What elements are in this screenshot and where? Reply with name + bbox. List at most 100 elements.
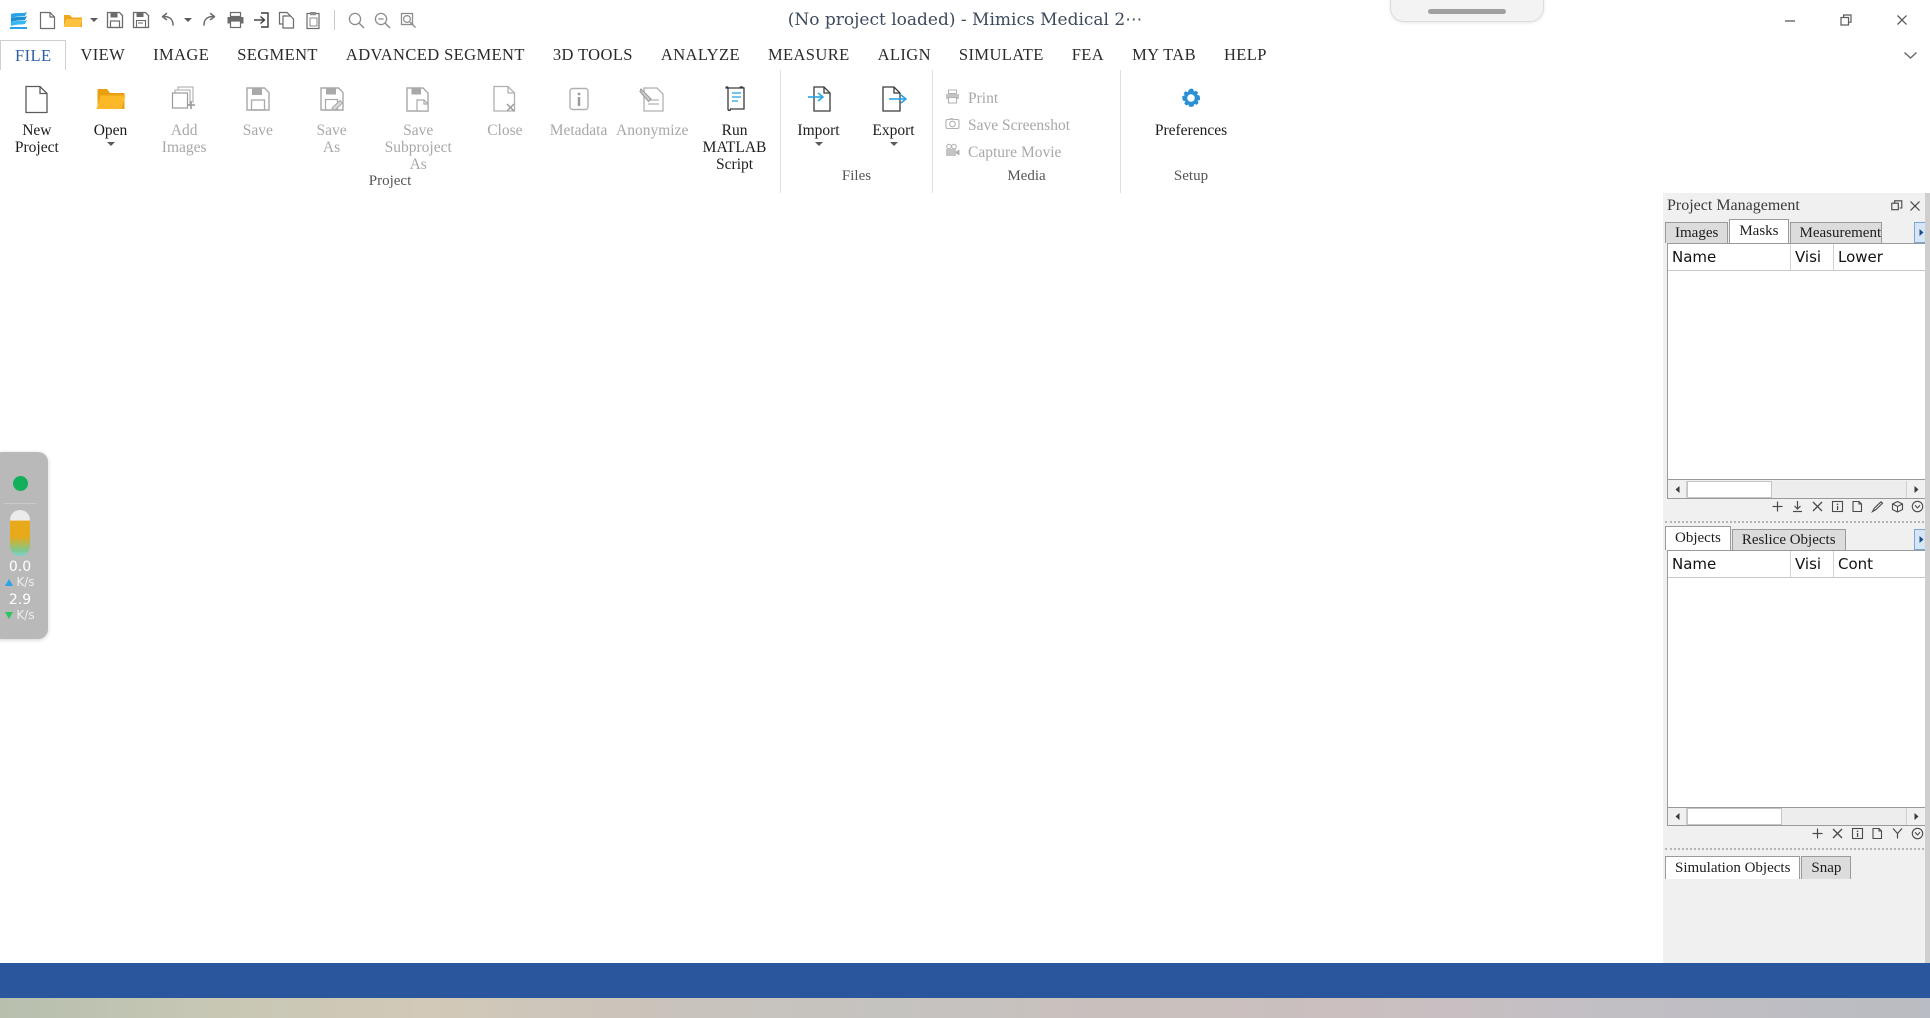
new-project-button[interactable]: New Project	[0, 77, 74, 156]
duplicate-icon[interactable]	[1871, 827, 1884, 845]
masks-grid-body[interactable]	[1668, 271, 1925, 480]
tab-analyze[interactable]: ANALYZE	[647, 40, 754, 70]
export-button[interactable]: Export	[856, 77, 931, 146]
new-document-icon[interactable]	[34, 5, 60, 35]
delete-icon[interactable]	[1831, 827, 1844, 845]
masks-col-visible[interactable]: Visi	[1791, 244, 1834, 270]
copy-icon[interactable]	[274, 5, 300, 35]
network-speed-widget[interactable]: 0.0 K/s 2.9 K/s	[0, 452, 48, 639]
tab-my-tab[interactable]: MY TAB	[1118, 40, 1210, 70]
objects-scroll-right-button[interactable]	[1906, 807, 1925, 825]
panel-splitter[interactable]	[1665, 521, 1928, 523]
tab-3d-tools[interactable]: 3D TOOLS	[539, 40, 647, 70]
save-icon[interactable]	[102, 5, 128, 35]
add-icon[interactable]	[1811, 827, 1824, 845]
objects-scroll-left-button[interactable]	[1668, 807, 1687, 825]
duplicate-icon[interactable]	[1851, 500, 1864, 518]
panel-tab-reslice-objects[interactable]: Reslice Objects	[1731, 529, 1846, 550]
close-button[interactable]	[1874, 0, 1930, 40]
objects-col-name[interactable]: Name	[1668, 551, 1791, 577]
export-dropdown-caret-icon[interactable]	[889, 142, 898, 146]
more-icon[interactable]	[1911, 500, 1924, 518]
objects-horizontal-scrollbar[interactable]	[1667, 807, 1926, 827]
import-dropdown-caret-icon[interactable]	[814, 142, 823, 146]
os-taskbar[interactable]	[0, 963, 1930, 998]
objects-scroll-track[interactable]	[1687, 807, 1906, 825]
save-subproject-as-button[interactable]: Save Subproject As	[368, 77, 468, 173]
import-icon[interactable]	[248, 5, 274, 35]
save-as-icon[interactable]	[128, 5, 154, 35]
undock-panel-button[interactable]	[1888, 197, 1906, 215]
preferences-button[interactable]: Preferences	[1121, 77, 1261, 139]
floating-drag-handle-overlay[interactable]	[1390, 0, 1544, 22]
close-panel-button[interactable]	[1906, 197, 1924, 215]
panel-tab-masks[interactable]: Masks	[1729, 219, 1789, 243]
panel-splitter-lower[interactable]	[1665, 848, 1928, 850]
info-icon[interactable]	[1851, 827, 1864, 845]
minimize-button[interactable]	[1762, 0, 1818, 40]
tab-advanced-segment[interactable]: ADVANCED SEGMENT	[332, 40, 539, 70]
capture-movie-menu-item[interactable]: Capture Movie	[945, 139, 1070, 166]
panel-tab-measurements[interactable]: Measurements	[1789, 222, 1882, 243]
zoom-out-icon[interactable]	[369, 5, 395, 35]
edit-icon[interactable]	[1871, 500, 1884, 518]
open-folder-icon[interactable]	[60, 5, 86, 35]
tab-view[interactable]: VIEW	[66, 40, 139, 70]
save-project-button[interactable]: Save	[221, 77, 295, 139]
print-menu-item[interactable]: Print	[945, 85, 1070, 112]
masks-col-name[interactable]: Name	[1668, 244, 1791, 270]
objects-grid[interactable]: Name Visi Cont	[1667, 550, 1926, 808]
open-project-dropdown-caret-icon[interactable]	[106, 142, 115, 146]
objects-col-visible[interactable]: Visi	[1791, 551, 1834, 577]
objects-grid-body[interactable]	[1668, 578, 1925, 807]
masks-scroll-right-button[interactable]	[1906, 480, 1925, 498]
anonymize-button[interactable]: Anonymize	[615, 77, 689, 139]
save-as-button[interactable]: Save As	[295, 77, 369, 156]
objects-scroll-thumb[interactable]	[1687, 807, 1782, 825]
masks-col-lower[interactable]: Lower	[1834, 244, 1924, 270]
masks-horizontal-scrollbar[interactable]	[1667, 480, 1926, 500]
collapse-ribbon-chevron-icon[interactable]	[1903, 40, 1918, 70]
add-images-button[interactable]: Add Images	[147, 77, 221, 156]
metadata-button[interactable]: Metadata	[542, 77, 616, 139]
main-workspace-canvas[interactable]	[0, 193, 1664, 890]
info-icon[interactable]	[1831, 500, 1844, 518]
import-button[interactable]: Import	[781, 77, 856, 146]
tab-fea[interactable]: FEA	[1058, 40, 1118, 70]
open-dropdown-caret-icon[interactable]	[86, 5, 102, 35]
tab-simulate[interactable]: SIMULATE	[945, 40, 1058, 70]
zoom-in-icon[interactable]	[343, 5, 369, 35]
open-project-button[interactable]: Open	[74, 77, 148, 146]
tab-segment[interactable]: SEGMENT	[223, 40, 332, 70]
run-matlab-script-button[interactable]: Run MATLAB Script	[689, 77, 780, 173]
3d-icon[interactable]	[1891, 500, 1904, 518]
redo-icon[interactable]	[196, 5, 222, 35]
restore-button[interactable]	[1818, 0, 1874, 40]
undo-icon[interactable]	[154, 5, 180, 35]
tab-image[interactable]: IMAGE	[139, 40, 223, 70]
more-icon[interactable]	[1911, 827, 1924, 845]
panel-tab-objects[interactable]: Objects	[1665, 526, 1731, 550]
branch-icon[interactable]	[1891, 827, 1904, 845]
panel-tab-simulation-objects[interactable]: Simulation Objects	[1665, 856, 1801, 879]
panel-tab-snap[interactable]: Snap	[1801, 856, 1852, 879]
import-icon[interactable]	[1791, 500, 1804, 518]
tab-file[interactable]: FILE	[0, 40, 67, 71]
panel-tab-images[interactable]: Images	[1665, 222, 1729, 243]
delete-icon[interactable]	[1811, 500, 1824, 518]
tab-measure[interactable]: MEASURE	[754, 40, 864, 70]
zoom-fit-icon[interactable]	[395, 5, 421, 35]
add-icon[interactable]	[1771, 500, 1784, 518]
objects-col-contour[interactable]: Cont	[1834, 551, 1916, 577]
masks-grid[interactable]: Name Visi Lower	[1667, 243, 1926, 481]
save-screenshot-menu-item[interactable]: Save Screenshot	[945, 112, 1070, 139]
close-project-button[interactable]: Close	[468, 77, 542, 139]
undo-dropdown-caret-icon[interactable]	[180, 5, 196, 35]
tab-align[interactable]: ALIGN	[864, 40, 945, 70]
masks-scroll-track[interactable]	[1687, 480, 1906, 498]
paste-icon[interactable]	[300, 5, 326, 35]
print-icon[interactable]	[222, 5, 248, 35]
masks-scroll-left-button[interactable]	[1668, 480, 1687, 498]
tab-help[interactable]: HELP	[1210, 40, 1281, 70]
masks-scroll-thumb[interactable]	[1687, 480, 1772, 498]
